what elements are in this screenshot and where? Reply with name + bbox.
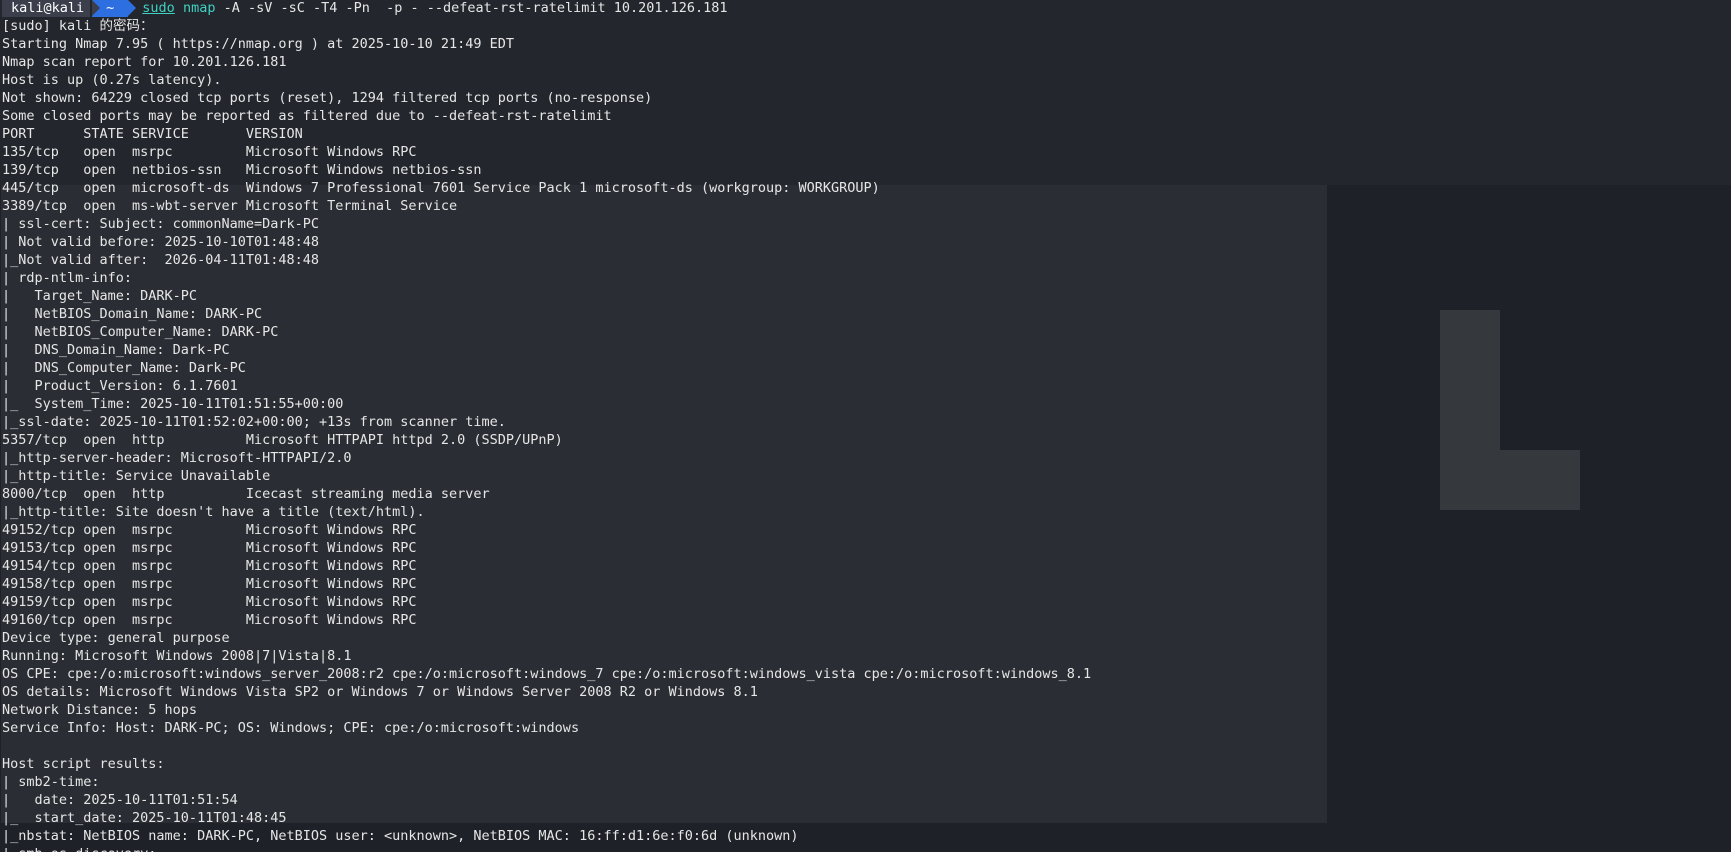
output-line: 135/tcp open msrpc Microsoft Windows RPC: [2, 144, 417, 160]
terminal-output: [sudo] kali 的密码： Starting Nmap 7.95 ( htt…: [2, 17, 1722, 852]
output-line: Starting Nmap 7.95 ( https://nmap.org ) …: [2, 36, 515, 52]
output-line: | date: 2025-10-11T01:51:54: [2, 792, 238, 808]
output-line: | DNS_Domain_Name: Dark-PC: [2, 342, 230, 358]
output-line: | Target_Name: DARK-PC: [2, 288, 198, 304]
output-line: | NetBIOS_Domain_Name: DARK-PC: [2, 306, 263, 322]
command-sudo: sudo: [142, 0, 175, 16]
output-line: 49153/tcp open msrpc Microsoft Windows R…: [2, 540, 417, 556]
prompt-directory: ~: [92, 0, 137, 17]
output-line: 49154/tcp open msrpc Microsoft Windows R…: [2, 558, 417, 574]
output-line: Network Distance: 5 hops: [2, 702, 198, 718]
output-line: | Product_Version: 6.1.7601: [2, 378, 238, 394]
prompt-user: kali@kali: [2, 0, 91, 17]
output-line: 3389/tcp open ms-wbt-server Microsoft Te…: [2, 198, 458, 214]
output-line: | smb-os-discovery:: [2, 845, 1722, 852]
output-line: OS details: Microsoft Windows Vista SP2 …: [2, 684, 758, 700]
output-line: | DNS_Computer_Name: Dark-PC: [2, 360, 246, 376]
shell-prompt: kali@kali ~ sudo nmap -A -sV -sC -T4 -Pn -…: [2, 0, 1722, 17]
output-line: OS CPE: cpe:/o:microsoft:windows_server_…: [2, 666, 1092, 682]
output-line: 139/tcp open netbios-ssn Microsoft Windo…: [2, 162, 482, 178]
output-line: | rdp-ntlm-info:: [2, 270, 133, 286]
output-line: Host script results:: [2, 756, 165, 772]
output-line: Some closed ports may be reported as fil…: [2, 108, 612, 124]
output-line: |_http-server-header: Microsoft-HTTPAPI/…: [2, 450, 352, 466]
command-binary: nmap: [182, 0, 216, 16]
output-line: |_nbstat: NetBIOS name: DARK-PC, NetBIOS…: [2, 828, 799, 844]
output-line: Not shown: 64229 closed tcp ports (reset…: [2, 90, 653, 106]
output-line: PORT STATE SERVICE VERSION: [2, 126, 303, 142]
output-line: Running: Microsoft Windows 2008|7|Vista|…: [2, 648, 352, 664]
output-line: |_http-title: Site doesn't have a title …: [2, 504, 425, 520]
output-line: | smb2-time:: [2, 774, 100, 790]
output-line: 49152/tcp open msrpc Microsoft Windows R…: [2, 522, 417, 538]
output-line: 8000/tcp open http Icecast streaming med…: [2, 486, 490, 502]
output-line: 49159/tcp open msrpc Microsoft Windows R…: [2, 594, 417, 610]
output-line: Nmap scan report for 10.201.126.181: [2, 54, 287, 70]
output-line: |_http-title: Service Unavailable: [2, 468, 271, 484]
output-line: Host is up (0.27s latency).: [2, 72, 222, 88]
output-line: 5357/tcp open http Microsoft HTTPAPI htt…: [2, 432, 563, 448]
output-line: [sudo] kali 的密码：: [2, 18, 154, 34]
output-line: |_ssl-date: 2025-10-11T01:52:02+00:00; +…: [2, 414, 506, 430]
output-line: | Not valid before: 2025-10-10T01:48:48: [2, 234, 319, 250]
output-line: 49158/tcp open msrpc Microsoft Windows R…: [2, 576, 417, 592]
output-line: |_Not valid after: 2026-04-11T01:48:48: [2, 252, 319, 268]
output-line: Device type: general purpose: [2, 630, 230, 646]
output-line: | ssl-cert: Subject: commonName=Dark-PC: [2, 216, 319, 232]
output-line: | NetBIOS_Computer_Name: DARK-PC: [2, 324, 279, 340]
command-arguments: -A -sV -sC -T4 -Pn -p - --defeat-rst-rat…: [215, 0, 728, 16]
output-line: 49160/tcp open msrpc Microsoft Windows R…: [2, 612, 417, 628]
terminal-window[interactable]: kali@kali ~ sudo nmap -A -sV -sC -T4 -Pn -…: [2, 0, 1722, 852]
output-line: 445/tcp open microsoft-ds Windows 7 Prof…: [2, 180, 880, 196]
output-line: |_ System_Time: 2025-10-11T01:51:55+00:0…: [2, 396, 344, 412]
output-line: |_ start_date: 2025-10-11T01:48:45: [2, 810, 287, 826]
output-line: Service Info: Host: DARK-PC; OS: Windows…: [2, 720, 580, 736]
